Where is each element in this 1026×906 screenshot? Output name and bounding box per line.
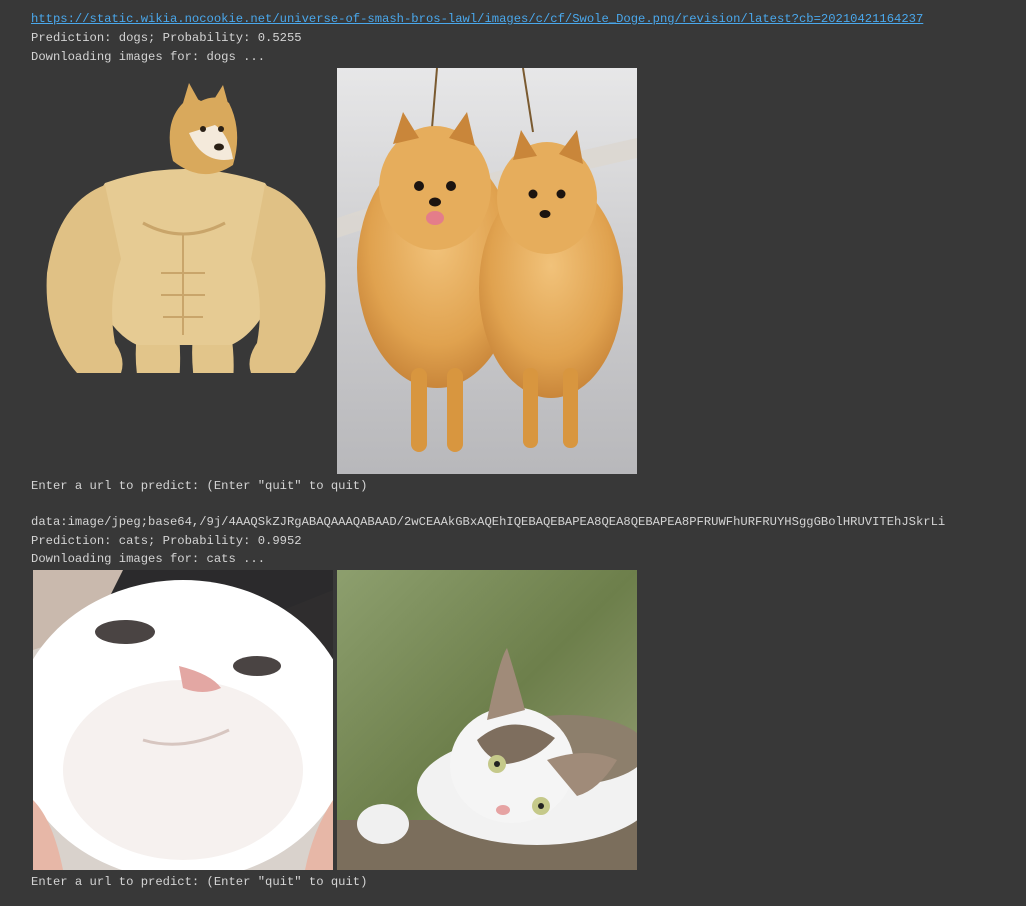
- input-echo: data:image/jpeg;base64,/9j/4AAQSkZJRgABA…: [31, 515, 946, 529]
- white-cat-image: [33, 570, 333, 870]
- prediction-text: Prediction: cats; Probability: 0.9952: [31, 534, 302, 548]
- image-url-link[interactable]: https://static.wikia.nocookie.net/univer…: [31, 12, 923, 26]
- notebook-output: https://static.wikia.nocookie.net/univer…: [0, 0, 1026, 906]
- url-prompt: Enter a url to predict: (Enter "quit" to…: [31, 875, 368, 889]
- url-prompt: Enter a url to predict: (Enter "quit" to…: [31, 479, 368, 493]
- downloading-text: Downloading images for: cats ...: [31, 552, 266, 566]
- prediction-text: Prediction: dogs; Probability: 0.5255: [31, 31, 302, 45]
- swole-doge-image: [33, 73, 333, 373]
- pomeranians-image: [337, 68, 637, 474]
- tabby-cat-image: [337, 570, 637, 870]
- downloading-text: Downloading images for: dogs ...: [31, 50, 266, 64]
